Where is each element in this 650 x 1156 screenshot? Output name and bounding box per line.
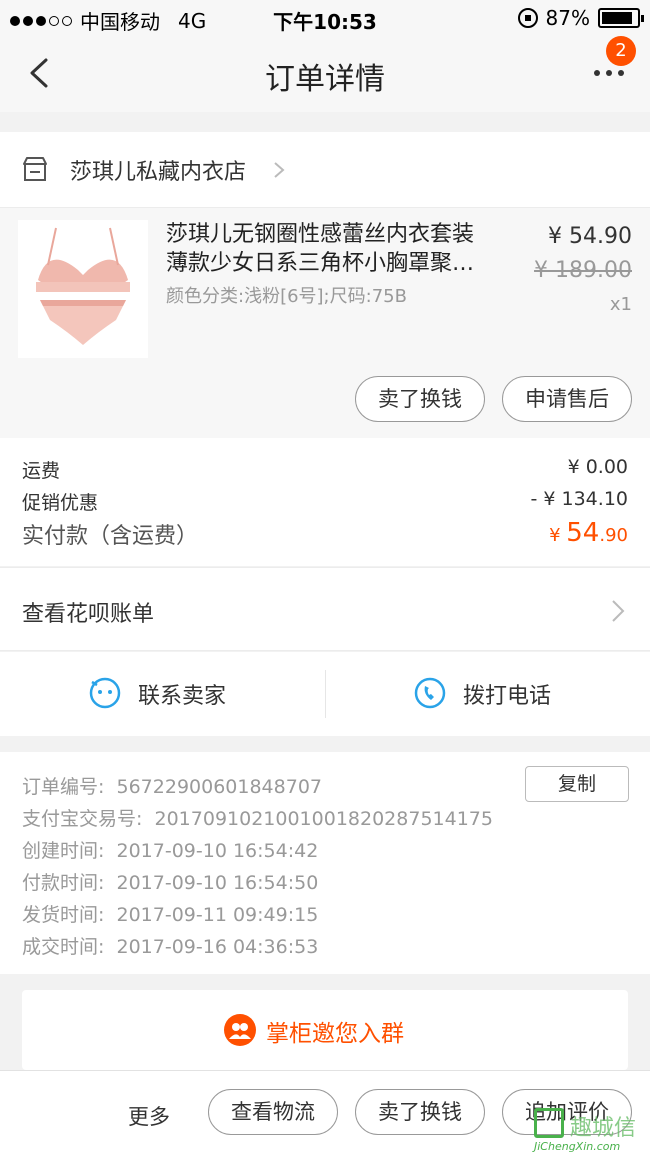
watermark-logo-icon	[534, 1108, 564, 1138]
status-bar: 中国移动 4G 下午10:53 87%	[0, 0, 650, 36]
rotation-lock-icon	[517, 8, 538, 28]
huabei-bill-row[interactable]: 查看花呗账单	[0, 567, 650, 651]
promo-row: 促销优惠 - ¥ 134.10	[22, 488, 628, 515]
chevron-right-icon	[612, 600, 625, 622]
shop-row[interactable]: 莎琪儿私藏内衣店	[0, 132, 650, 208]
battery-percent: 87%	[545, 6, 590, 30]
shipping-value: ¥ 0.00	[567, 456, 628, 478]
product-original-price: ¥ 189.00	[534, 258, 632, 283]
watermark: 趣城信 JiChengXin.com	[534, 1108, 650, 1156]
sell-for-cash-button[interactable]: 卖了换钱	[355, 376, 485, 422]
product-sku: 颜色分类:浅粉[6号];尺码:75B	[166, 286, 407, 307]
nav-bar: 订单详情 2	[0, 36, 650, 112]
join-group-label: 掌柜邀您入群	[266, 1021, 404, 1047]
watermark-en: JiChengXin.com	[534, 1140, 621, 1153]
paid-time-value: 2017-09-10 16:54:50	[116, 872, 319, 894]
alipay-number-key: 支付宝交易号:	[22, 808, 143, 830]
join-group-card[interactable]: 掌柜邀您入群	[22, 990, 628, 1070]
shipped-time-row: 发货时间: 2017-09-11 09:49:15	[22, 900, 318, 927]
order-number-row: 订单编号: 56722900601848707	[22, 772, 322, 799]
more-button[interactable]: 更多	[128, 1101, 170, 1131]
promo-value: - ¥ 134.10	[530, 488, 628, 510]
alipay-number-row: 支付宝交易号: 2017091021001001820287514175	[22, 804, 493, 831]
contact-seller-label: 联系卖家	[138, 684, 227, 709]
call-phone-button[interactable]: 拨打电话	[325, 652, 650, 736]
shipped-time-key: 发货时间:	[22, 904, 105, 926]
contact-row: 联系卖家 拨打电话	[0, 652, 650, 736]
battery-icon	[598, 8, 644, 28]
chat-icon	[89, 677, 121, 709]
page-title: 订单详情	[265, 62, 385, 97]
call-phone-label: 拨打电话	[463, 684, 552, 709]
paid-time-row: 付款时间: 2017-09-10 16:54:50	[22, 868, 318, 895]
copy-button[interactable]: 复制	[525, 766, 629, 802]
total-dec: .90	[599, 525, 628, 546]
product-title-line1: 莎琪儿无钢圈性感蕾丝内衣套装	[166, 222, 475, 247]
huabei-label: 查看花呗账单	[22, 602, 155, 627]
created-time-key: 创建时间:	[22, 840, 105, 862]
created-time-value: 2017-09-10 16:54:42	[116, 840, 319, 862]
after-sale-button[interactable]: 申请售后	[502, 376, 632, 422]
product-title: 莎琪儿无钢圈性感蕾丝内衣套装 薄款少女日系三角杯小胸罩聚…	[166, 220, 506, 278]
promo-label: 促销优惠	[22, 492, 99, 514]
lingerie-image	[18, 220, 148, 358]
product-image[interactable]	[18, 220, 148, 358]
total-row: 实付款（含运费） ¥ 54.90	[22, 518, 628, 550]
order-number-value: 56722900601848707	[116, 776, 323, 798]
shipping-row: 运费 ¥ 0.00	[22, 456, 628, 483]
total-currency: ¥	[549, 525, 561, 546]
chevron-right-icon	[274, 162, 285, 178]
product-price: ¥ 54.90	[548, 224, 632, 249]
total-int: 54	[566, 518, 600, 548]
product-title-line2: 薄款少女日系三角杯小胸罩聚…	[166, 251, 475, 276]
order-info: 订单编号: 56722900601848707 支付宝交易号: 20170910…	[0, 752, 650, 974]
closed-time-value: 2017-09-16 04:36:53	[116, 936, 319, 958]
total-value: ¥ 54.90	[549, 518, 628, 548]
watermark-cn: 趣城信	[570, 1116, 637, 1141]
contact-seller-button[interactable]: 联系卖家	[0, 652, 325, 736]
status-right: 87%	[517, 6, 644, 30]
shipping-label: 运费	[22, 460, 61, 482]
notification-badge: 2	[606, 36, 636, 66]
closed-time-key: 成交时间:	[22, 936, 105, 958]
store-icon	[23, 157, 47, 181]
product-item[interactable]: 莎琪儿无钢圈性感蕾丝内衣套装 薄款少女日系三角杯小胸罩聚… 颜色分类:浅粉[6号…	[0, 208, 650, 438]
group-icon	[224, 1014, 256, 1046]
created-time-row: 创建时间: 2017-09-10 16:54:42	[22, 836, 318, 863]
shop-name: 莎琪儿私藏内衣店	[70, 160, 247, 185]
total-label: 实付款（含运费）	[22, 524, 199, 549]
product-quantity: x1	[609, 294, 632, 315]
order-number-key: 订单编号:	[22, 776, 105, 798]
alipay-number-value: 2017091021001001820287514175	[154, 808, 493, 830]
phone-icon	[414, 677, 446, 709]
shipped-time-value: 2017-09-11 09:49:15	[116, 904, 319, 926]
view-logistics-button[interactable]: 查看物流	[208, 1089, 338, 1135]
closed-time-row: 成交时间: 2017-09-16 04:36:53	[22, 932, 318, 959]
sell-for-cash-bottom-button[interactable]: 卖了换钱	[355, 1089, 485, 1135]
fee-summary: 运费 ¥ 0.00 促销优惠 - ¥ 134.10 实付款（含运费） ¥ 54.…	[0, 438, 650, 566]
more-menu-icon[interactable]	[594, 70, 624, 76]
paid-time-key: 付款时间:	[22, 872, 105, 894]
